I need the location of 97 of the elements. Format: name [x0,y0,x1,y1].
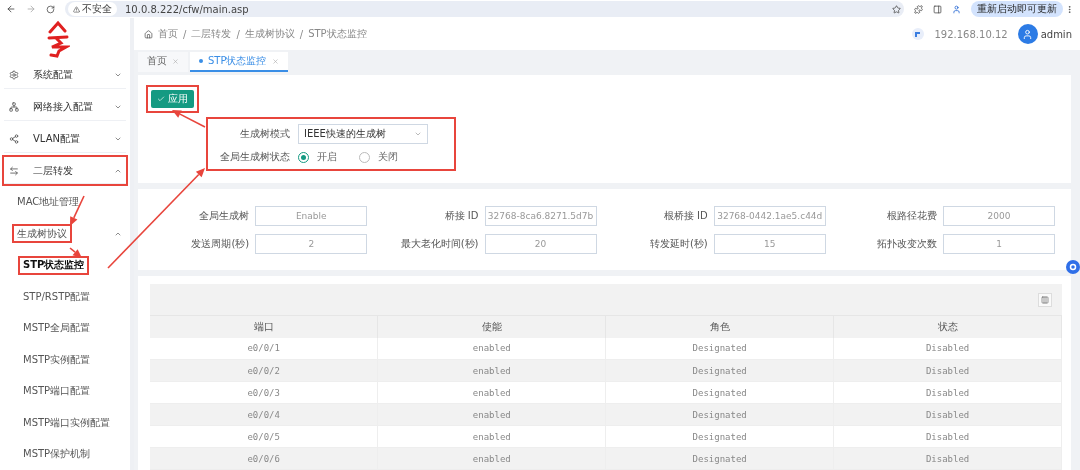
table-cell: Designated [605,359,834,382]
address-bar[interactable]: 不安全 10.0.8.222/cfw/main.asp [65,1,904,17]
annotation-arrow [70,195,85,226]
table-cell: Designated [605,425,834,448]
breadcrumb-item[interactable]: 生成树协议 [244,27,295,41]
field-label: 根桥接 ID [663,208,708,223]
profile-icon[interactable] [952,4,961,14]
readonly-field: 20 [484,233,597,254]
column-header: 端口 [150,315,378,338]
field-label: 发送周期(秒) [191,236,250,251]
settings-icon [9,70,19,81]
table-cell: Disabled [833,425,1062,448]
sidebar-item[interactable]: MSTP端口配置 [0,375,96,407]
readonly-field: 15 [713,233,826,254]
sidebar-item[interactable]: 网络接入配置 [2,91,128,123]
readonly-field: 32768-0442.1ae5.c44d [713,205,826,226]
table-cell: e0/0/4 [150,403,378,426]
table-cell: Designated [605,381,834,404]
network-icon [9,101,19,112]
ip-address: 192.168.10.12 [934,28,1008,40]
columns-icon[interactable] [1038,292,1052,307]
table-cell: enabled [377,381,606,404]
breadcrumb-separator: / [236,28,240,40]
breadcrumb-item[interactable]: STP状态监控 [308,27,367,41]
sidebar-item[interactable]: MSTP保护机制 [0,438,96,470]
side-panel-icon[interactable] [933,4,942,14]
column-header: 角色 [605,315,834,338]
radio-label[interactable]: 开启 [317,150,337,164]
table-cell: Disabled [833,447,1062,470]
security-badge[interactable]: 不安全 [68,2,117,16]
readonly-field: 2000 [943,205,1055,226]
scribble-drawing [46,19,70,58]
field-label: 桥接 ID [444,208,479,223]
field-label: 全局生成树 [199,208,250,223]
url-text: 10.0.8.222/cfw/main.asp [125,3,249,15]
sidebar-item[interactable]: MSTP端口实例配置 [0,407,116,439]
field-label: 拓扑改变次数 [877,236,937,251]
apply-button[interactable]: 应用 [151,90,194,108]
star-icon[interactable] [892,4,901,14]
table-cell: Disabled [833,381,1062,404]
table-cell: enabled [377,447,606,470]
field-label: 生成树模式 [239,127,290,141]
annotation-arrow [69,247,82,258]
tab[interactable]: 首页 [138,52,188,72]
breadcrumb-separator: / [299,28,304,40]
sidebar-item[interactable]: MSTP实例配置 [0,344,96,376]
arrows-icon [9,165,19,176]
table-cell: e0/0/6 [150,447,378,470]
field-label: 最大老化时间(秒) [400,236,479,251]
table-cell: Disabled [833,359,1062,382]
readonly-field: 2 [255,233,368,254]
field-label: 转发延时(秒) [649,236,708,251]
table-cell: enabled [377,425,606,448]
home-icon[interactable] [144,29,153,39]
sidebar-item[interactable]: 二层转发 [2,154,128,187]
nodes-icon [9,133,19,144]
table-cell: e0/0/5 [150,425,378,448]
breadcrumb-separator: / [183,28,187,40]
table-cell: Disabled [833,403,1062,426]
field-label: 全局生成树状态 [219,150,290,164]
reload-icon[interactable] [46,4,55,14]
column-header: 状态 [833,315,1062,338]
sidebar-item[interactable]: VLAN配置 [2,122,128,155]
readonly-field: Enable [255,205,368,226]
table-cell: Designated [605,403,834,426]
table-cell: Designated [605,447,834,470]
table-cell: e0/0/1 [150,337,378,360]
breadcrumb-item[interactable]: 首页 [158,27,178,41]
forward-icon[interactable] [26,4,36,14]
table-cell: enabled [377,337,606,360]
breadcrumb-item[interactable]: 二层转发 [191,27,232,41]
tab[interactable]: STP状态监控 [190,52,288,72]
check-icon [157,95,165,103]
table-cell: Disabled [833,337,1062,360]
sidebar-item[interactable]: MAC地址管理 [0,186,85,218]
column-header: 使能 [377,315,606,338]
update-button[interactable]: 重新启动即可更新 [971,1,1063,17]
table-cell: e0/0/2 [150,359,378,382]
user-name[interactable]: admin [1040,28,1072,40]
field-label: 根路径花费 [887,208,937,223]
menu-icon[interactable] [1065,4,1074,14]
sidebar-item[interactable]: STP/RSTP配置 [0,281,96,313]
extension-icon[interactable] [914,4,923,14]
readonly-field: 32768-8ca6.8271.5d7b [484,205,597,226]
table-cell: Designated [605,337,834,360]
readonly-field: 1 [943,233,1055,254]
table-cell: enabled [377,359,606,382]
radio-label[interactable]: 关闭 [378,150,398,164]
active-dot [199,59,203,63]
back-icon[interactable] [6,4,16,14]
table-cell: enabled [377,403,606,426]
table-cell: e0/0/3 [150,381,378,404]
avatar[interactable] [1017,24,1038,44]
sidebar-item[interactable]: MSTP全局配置 [0,312,96,344]
chevron-down-icon [414,130,422,138]
mode-select[interactable]: IEEE快速的生成树 [298,124,428,144]
sidebar-item[interactable]: 系统配置 [2,59,128,92]
